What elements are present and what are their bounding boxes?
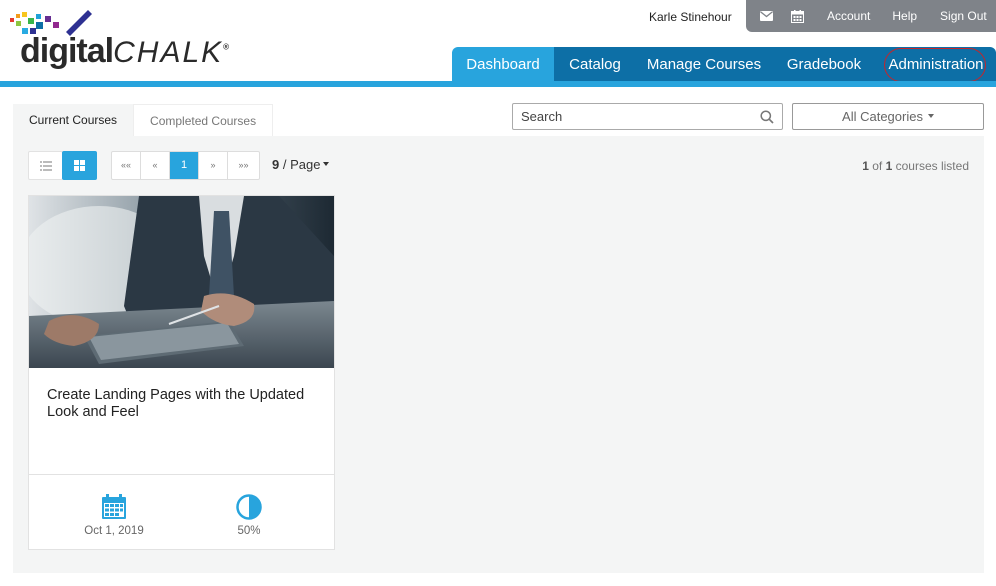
page-1-button[interactable]: 1 [170, 152, 199, 179]
main-nav: Dashboard Catalog Manage Courses Gradebo… [452, 47, 996, 83]
header-band [0, 81, 996, 87]
per-page-count: 9 [272, 157, 280, 172]
utility-bar: Account Help Sign Out [746, 0, 996, 32]
chevron-down-icon [927, 114, 934, 119]
nav-gradebook[interactable]: Gradebook [772, 47, 876, 83]
chevron-down-icon [323, 162, 330, 167]
progress-half-circle-icon [236, 494, 262, 520]
course-date: Oct 1, 2019 [84, 525, 144, 537]
course-tabs: Current Courses Completed Courses [13, 104, 274, 137]
category-dropdown[interactable]: All Categories [792, 103, 984, 130]
last-page-button[interactable]: »» [228, 152, 259, 179]
per-page-label: / Page [282, 157, 321, 172]
grid-view-button[interactable] [62, 151, 97, 180]
course-progress: 50% [237, 525, 261, 537]
nav-administration[interactable]: Administration [876, 47, 996, 83]
search-icon[interactable] [760, 110, 774, 124]
grid-icon [74, 160, 85, 171]
envelope-icon[interactable] [755, 0, 777, 32]
sign-out-link[interactable]: Sign Out [940, 0, 987, 32]
search-box [512, 103, 783, 130]
logo-text: digitalCHALK® [20, 32, 229, 70]
nav-manage-courses[interactable]: Manage Courses [636, 47, 772, 83]
nav-catalog[interactable]: Catalog [554, 47, 636, 83]
course-card[interactable]: Create Landing Pages with the Updated Lo… [28, 195, 335, 550]
prev-page-button[interactable]: « [141, 152, 170, 179]
course-image [29, 196, 334, 368]
logo[interactable]: digitalCHALK® [8, 6, 229, 72]
search-input[interactable] [513, 104, 743, 129]
per-page-dropdown[interactable]: 9 / Page [272, 157, 330, 172]
list-icon [39, 160, 52, 171]
category-selected: All Categories [842, 109, 923, 124]
tab-completed-courses[interactable]: Completed Courses [133, 104, 274, 137]
user-name: Karle Stinehour [649, 10, 732, 24]
tab-current-courses[interactable]: Current Courses [13, 104, 134, 137]
help-link[interactable]: Help [892, 0, 917, 32]
calendar-icon[interactable] [786, 0, 808, 32]
courses-listed-count: 1 of 1 courses listed [862, 159, 969, 173]
nav-dashboard[interactable]: Dashboard [452, 47, 554, 83]
first-page-button[interactable]: «« [112, 152, 141, 179]
next-page-button[interactable]: » [199, 152, 228, 179]
pagination: «« « 1 » »» [111, 151, 260, 180]
account-link[interactable]: Account [827, 0, 870, 32]
calendar-icon [102, 494, 126, 519]
list-view-button[interactable] [28, 151, 63, 180]
course-title: Create Landing Pages with the Updated Lo… [47, 387, 305, 420]
card-divider [29, 474, 334, 475]
